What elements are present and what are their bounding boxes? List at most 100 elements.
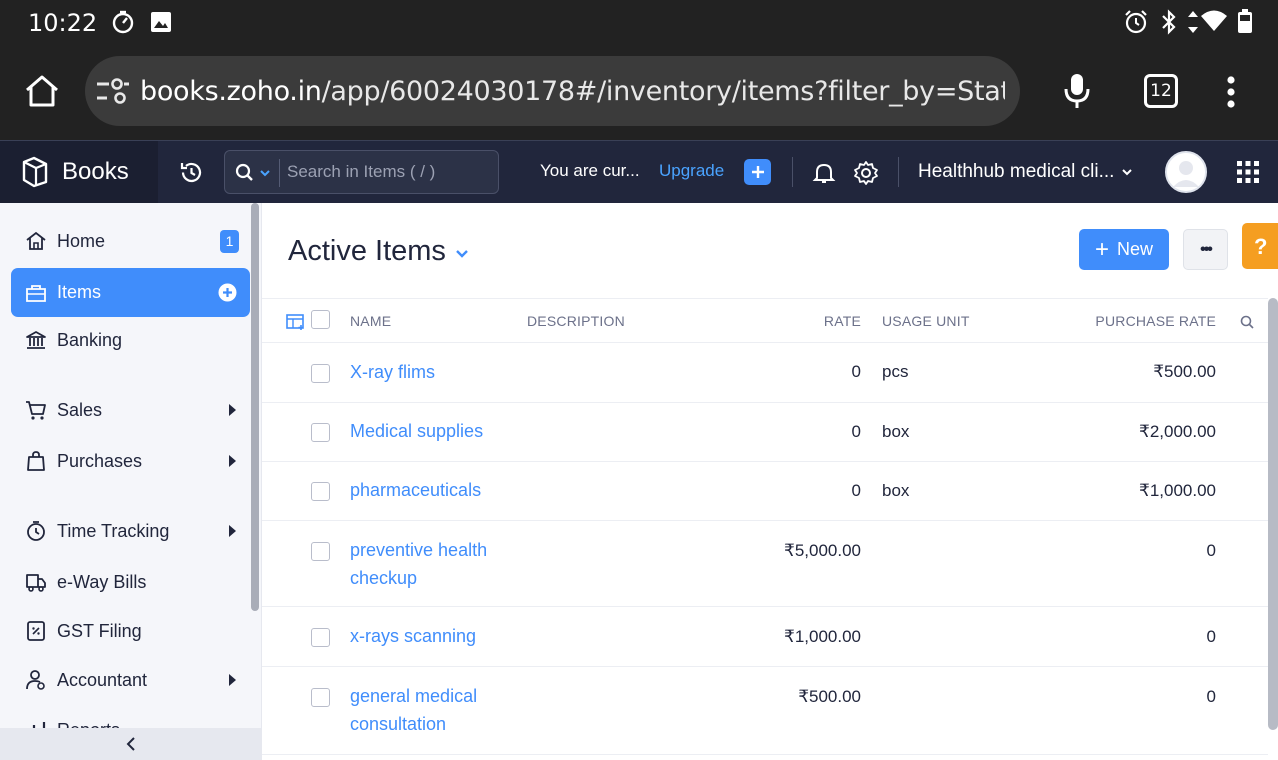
item-unit: pcs: [882, 362, 909, 381]
submenu-arrow-icon: [229, 674, 236, 686]
item-purchase-rate: ₹500.00: [1153, 362, 1216, 381]
item-rate: 0: [851, 481, 861, 500]
table-row[interactable]: preventive health checkup ₹5,000.00 0: [262, 521, 1268, 607]
item-name-link[interactable]: general medical consultation: [350, 682, 510, 738]
org-name: Healthhub medical cli...: [918, 161, 1115, 182]
table-search-icon[interactable]: [1240, 315, 1254, 329]
plus-icon: [751, 166, 764, 178]
item-rate: ₹5,000.00: [784, 541, 861, 560]
select-all-checkbox[interactable]: [311, 310, 330, 329]
search-divider: [279, 159, 280, 187]
row-checkbox[interactable]: [311, 364, 330, 383]
status-bar: 10:22: [0, 0, 1278, 44]
image-icon: [150, 11, 172, 33]
item-name-link[interactable]: X-ray flims: [350, 358, 435, 386]
sidebar: Home 1 Items Banking Sales Purchases Tim…: [0, 203, 262, 760]
help-button[interactable]: ?: [1242, 223, 1278, 269]
view-selector[interactable]: Active Items: [288, 235, 469, 268]
avatar[interactable]: [1165, 151, 1207, 193]
sidebar-item-time-tracking[interactable]: Time Tracking: [11, 508, 250, 554]
timer-icon: [110, 9, 136, 35]
item-rate: ₹500.00: [798, 687, 861, 706]
table-header: NAME DESCRIPTION RATE USAGE UNIT PURCHAS…: [262, 298, 1268, 343]
site-info-icon[interactable]: [95, 78, 131, 106]
stopwatch-icon: [24, 519, 48, 543]
search-input[interactable]: [287, 159, 487, 185]
search-box[interactable]: [224, 150, 499, 194]
item-purchase-rate: ₹2,000.00: [1139, 422, 1216, 441]
column-header-purchase-rate[interactable]: PURCHASE RATE: [1095, 313, 1216, 329]
status-time: 10:22: [28, 9, 98, 37]
column-header-name[interactable]: NAME: [350, 313, 391, 329]
gear-icon[interactable]: [853, 160, 879, 186]
chevron-down-icon: [1122, 169, 1133, 176]
sidebar-item-accountant[interactable]: Accountant: [11, 657, 250, 703]
trial-notice[interactable]: You are cur...: [540, 161, 640, 181]
bank-icon: [24, 328, 48, 352]
browser-toolbar: books.zoho.in/app/60024030178#/inventory…: [0, 44, 1278, 140]
table-row[interactable]: pharmaceuticals 0 box ₹1,000.00: [262, 462, 1268, 521]
sidebar-item-label: Sales: [57, 399, 103, 420]
sidebar-item-sales[interactable]: Sales: [11, 387, 250, 433]
gst-icon: [24, 619, 48, 643]
sidebar-item-items[interactable]: Items: [11, 268, 250, 317]
column-header-rate[interactable]: RATE: [824, 313, 861, 329]
row-checkbox[interactable]: [311, 482, 330, 501]
item-name-link[interactable]: pharmaceuticals: [350, 476, 481, 504]
main-content: Active Items + New ••• ? NAME DESCRIPTIO…: [262, 203, 1278, 760]
items-icon: [24, 281, 48, 305]
column-header-usage-unit[interactable]: USAGE UNIT: [882, 313, 970, 329]
row-checkbox[interactable]: [311, 628, 330, 647]
bell-icon[interactable]: [812, 161, 836, 185]
item-name-link[interactable]: Medical supplies: [350, 417, 483, 445]
item-purchase-rate: 0: [1206, 627, 1216, 646]
add-item-icon[interactable]: [218, 283, 237, 302]
new-item-button[interactable]: + New: [1079, 229, 1169, 270]
column-header-description[interactable]: DESCRIPTION: [527, 313, 625, 329]
new-button-label: New: [1117, 239, 1154, 259]
home-icon: [24, 229, 48, 253]
sidebar-item-label: GST Filing: [57, 620, 142, 641]
app-grid-icon[interactable]: [1237, 161, 1259, 183]
url-field[interactable]: books.zoho.in/app/60024030178#/inventory…: [85, 56, 1020, 126]
truck-icon: [24, 570, 48, 594]
recent-history-icon[interactable]: [179, 160, 204, 185]
collapse-sidebar-button[interactable]: [0, 728, 261, 760]
row-checkbox[interactable]: [311, 688, 330, 707]
item-name-link[interactable]: preventive health checkup: [350, 536, 510, 592]
url-text: books.zoho.in/app/60024030178#/inventory…: [140, 76, 1005, 107]
table-row[interactable]: general medical consultation ₹500.00 0: [262, 667, 1268, 755]
more-options-button[interactable]: •••: [1183, 229, 1228, 270]
tabs-icon[interactable]: 12: [1144, 74, 1178, 108]
brand-logo[interactable]: Books: [0, 141, 158, 203]
search-icon[interactable]: [235, 163, 275, 183]
quick-create-button[interactable]: [744, 159, 771, 185]
sidebar-item-eway-bills[interactable]: e-Way Bills: [11, 559, 250, 605]
chevron-down-icon: [456, 249, 468, 258]
sidebar-item-gst-filing[interactable]: GST Filing: [11, 608, 250, 654]
row-checkbox[interactable]: [311, 423, 330, 442]
sidebar-item-label: Items: [57, 282, 102, 302]
app-header: Books You are cur... Upgrade Healthhub m…: [0, 140, 1278, 203]
upgrade-link[interactable]: Upgrade: [659, 161, 724, 181]
table-row[interactable]: X-ray flims 0 pcs ₹500.00: [262, 343, 1268, 403]
submenu-arrow-icon: [229, 525, 236, 537]
column-chooser-icon[interactable]: [286, 313, 306, 331]
sidebar-item-purchases[interactable]: Purchases: [11, 438, 250, 484]
content-scrollbar[interactable]: [1268, 298, 1278, 730]
item-name-link[interactable]: x-rays scanning: [350, 622, 476, 650]
more-vert-icon[interactable]: [1222, 76, 1240, 108]
table-row[interactable]: Medical supplies 0 box ₹2,000.00: [262, 403, 1268, 462]
sidebar-item-home[interactable]: Home 1: [11, 218, 250, 264]
table-row[interactable]: x-rays scanning ₹1,000.00 0: [262, 607, 1268, 667]
sidebar-item-label: Home: [57, 230, 106, 251]
sidebar-scrollbar[interactable]: [251, 203, 259, 611]
submenu-arrow-icon: [229, 404, 236, 416]
org-switcher[interactable]: Healthhub medical cli...: [918, 161, 1133, 183]
submenu-arrow-icon: [229, 455, 236, 467]
mic-icon[interactable]: [1063, 72, 1091, 110]
row-checkbox[interactable]: [311, 542, 330, 561]
home-icon[interactable]: [24, 74, 60, 108]
item-rate: ₹1,000.00: [784, 627, 861, 646]
sidebar-item-banking[interactable]: Banking: [11, 317, 250, 363]
